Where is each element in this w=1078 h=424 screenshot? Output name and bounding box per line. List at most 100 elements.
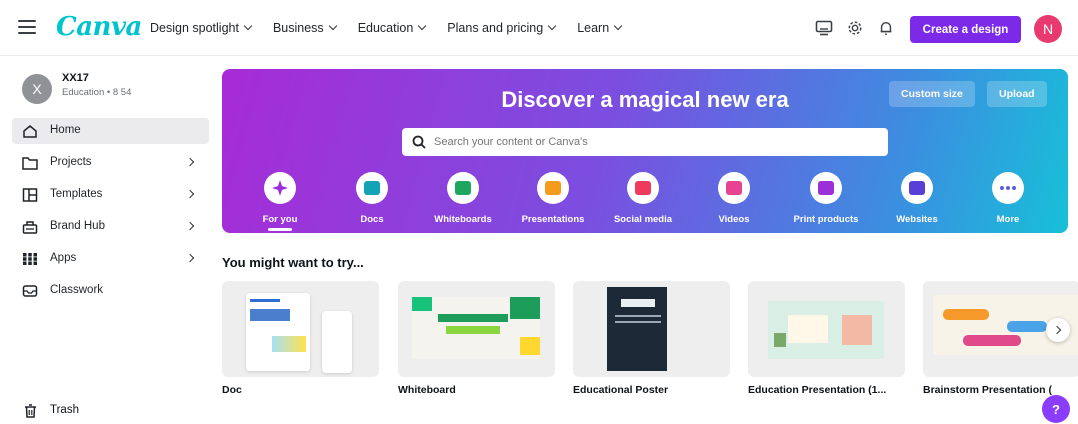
category-videos[interactable]: Videos [694,172,774,225]
category-label: Whiteboards [434,214,492,225]
chevron-down-icon [613,21,623,31]
section-title: You might want to try... [222,255,364,270]
nav-label: Education [357,21,414,35]
category-label: Social media [613,214,673,225]
help-button[interactable]: ? [1042,395,1070,423]
nav-education[interactable]: Education [357,21,427,35]
category-label: Websites [896,214,938,225]
settings-gear-icon[interactable] [846,20,864,36]
presentation-thumbnail [748,281,905,377]
whiteboard-icon [447,172,479,204]
category-print-products[interactable]: Print products [786,172,866,225]
account-name: XX17 [62,72,89,84]
apps-grid-icon [23,253,37,265]
video-icon [718,172,750,204]
sidebar: X XX17 Education • 8 54 Home Projects Te… [0,56,215,421]
sidebar-item-label: Templates [50,188,103,200]
category-label: Print products [793,214,859,225]
sidebar-item-brand-hub[interactable]: Brand Hub [12,214,209,240]
card-label: Doc [222,384,242,396]
category-social-media[interactable]: Social media [603,172,683,225]
canva-logo[interactable]: Canva [56,12,142,42]
card-label: Educational Poster [573,384,669,396]
category-label: Videos [718,214,750,225]
doc-thumbnail [222,281,379,377]
sidebar-item-label: Projects [50,156,92,168]
card-label: Whiteboard [398,384,456,396]
nav-design-spotlight[interactable]: Design spotlight [150,21,253,35]
folder-icon [22,157,38,170]
main-nav: Design spotlight Business Education Plan… [150,21,643,35]
sidebar-item-label: Brand Hub [50,220,105,232]
category-label: More [996,214,1020,225]
active-category-indicator [268,228,292,231]
chevron-right-icon [185,253,195,263]
sidebar-item-label: Trash [50,404,79,416]
chevron-down-icon [418,21,427,31]
sidebar-item-templates[interactable]: Templates [12,182,209,208]
sidebar-item-label: Classwork [50,284,104,296]
user-avatar[interactable]: N [1034,15,1062,43]
chevron-down-icon [328,21,337,31]
notifications-bell-icon[interactable] [877,20,895,36]
nav-label: Design spotlight [150,21,239,35]
account-switcher[interactable]: X XX17 Education • 8 54 [22,72,131,104]
sparkle-icon [264,172,296,204]
chevron-right-icon [185,221,195,231]
nav-learn[interactable]: Learn [577,21,623,35]
category-label: Docs [360,214,384,225]
templates-icon [22,188,38,202]
sidebar-item-label: Home [50,124,81,136]
nav-plans-pricing[interactable]: Plans and pricing [447,21,557,35]
nav-label: Business [272,21,324,35]
card-whiteboard[interactable]: Whiteboard [398,281,555,396]
category-docs[interactable]: Docs [332,172,412,225]
search-icon [412,135,426,149]
docs-icon [356,172,388,204]
card-label: Education Presentation (1... [748,384,887,396]
website-icon [901,172,933,204]
sidebar-item-home[interactable]: Home [12,118,209,144]
whiteboard-thumbnail [398,281,555,377]
hero-banner: Discover a magical new era Custom size U… [222,69,1068,233]
heart-icon [627,172,659,204]
create-design-button[interactable]: Create a design [910,16,1021,43]
printer-icon [810,172,842,204]
chevron-down-icon [243,21,253,31]
poster-thumbnail [573,281,730,377]
nav-label: Learn [577,21,610,35]
desktop-app-icon[interactable] [815,20,833,36]
custom-size-button[interactable]: Custom size [889,81,975,107]
suggestion-cards: Doc Whiteboard Educational Poster Educat… [222,281,1078,396]
card-educational-poster[interactable]: Educational Poster [573,281,730,396]
sidebar-item-trash[interactable]: Trash [12,398,209,424]
chevron-right-icon [185,157,195,167]
nav-business[interactable]: Business [272,21,337,35]
search-bar[interactable] [402,128,888,156]
category-label: For you [262,214,298,225]
menu-icon[interactable] [18,20,36,34]
category-whiteboards[interactable]: Whiteboards [423,172,503,225]
category-for-you[interactable]: For you [240,172,320,225]
chevron-right-icon [1052,325,1061,335]
chevron-right-icon [185,189,195,199]
sidebar-item-apps[interactable]: Apps [12,246,209,272]
presentation-icon [537,172,569,204]
sidebar-item-classwork[interactable]: Classwork [12,278,209,304]
nav-label: Plans and pricing [447,21,544,35]
carousel-next-button[interactable] [1046,318,1070,342]
sidebar-item-label: Apps [50,252,77,264]
card-doc[interactable]: Doc [222,281,379,396]
upload-button[interactable]: Upload [987,81,1047,107]
category-presentations[interactable]: Presentations [513,172,593,225]
sidebar-item-projects[interactable]: Projects [12,150,209,176]
top-bar: Canva Design spotlight Business Educatio… [0,0,1078,56]
brand-icon [22,221,38,234]
card-label: Brainstorm Presentation ( [923,384,1052,396]
category-more[interactable]: More [968,172,1048,225]
trash-icon [25,404,36,418]
search-input[interactable] [434,136,854,148]
chevron-down-icon [547,21,557,31]
card-education-presentation[interactable]: Education Presentation (1... [748,281,905,396]
category-websites[interactable]: Websites [877,172,957,225]
